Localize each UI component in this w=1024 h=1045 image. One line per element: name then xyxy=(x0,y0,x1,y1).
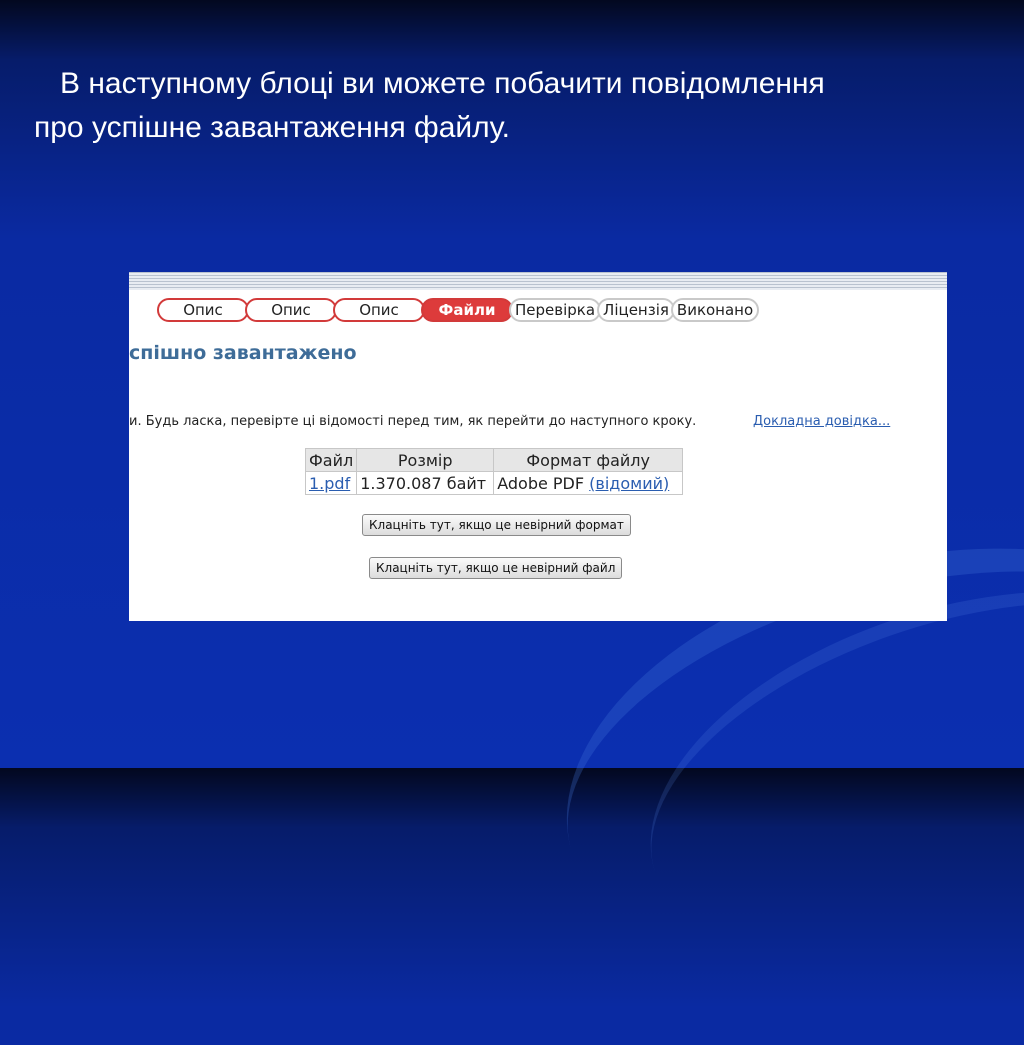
file-table: Файл Розмір Формат файлу 1.pdf 1.370.087… xyxy=(304,448,684,495)
wrong-format-button[interactable]: Клацніть тут, якщо це невірний формат xyxy=(362,514,631,536)
slide-title: В наступному блоці ви можете побачити по… xyxy=(34,62,974,150)
table-row: 1.pdf 1.370.087 байт Adobe PDF (відомий) xyxy=(304,471,684,495)
step-review: Перевірка xyxy=(509,298,602,322)
header-size: Розмір xyxy=(356,448,495,472)
slide-title-line-1: В наступному блоці ви можете побачити по… xyxy=(60,67,825,100)
header-stripe xyxy=(129,272,947,290)
step-files[interactable]: Файли xyxy=(421,298,513,322)
upload-success-heading: спішно завантажено xyxy=(129,342,357,364)
size-cell: 1.370.087 байт xyxy=(356,471,495,495)
format-status-link[interactable]: (відомий) xyxy=(589,474,669,493)
step-description-3[interactable]: Опис xyxy=(333,298,425,322)
upload-screenshot: Опис Опис Опис Файли Перевірка Ліцензія … xyxy=(129,272,947,621)
step-description-2[interactable]: Опис xyxy=(245,298,337,322)
step-done: Виконано xyxy=(670,298,760,322)
header-file: Файл xyxy=(304,448,358,472)
header-format: Формат файлу xyxy=(493,448,684,472)
help-link[interactable]: Докладна довідка... xyxy=(753,414,890,429)
file-cell: 1.pdf xyxy=(304,471,358,495)
step-license: Ліцензія xyxy=(597,298,675,322)
table-header-row: Файл Розмір Формат файлу xyxy=(304,448,684,472)
file-link[interactable]: 1.pdf xyxy=(309,474,350,493)
wrong-file-button[interactable]: Клацніть тут, якщо це невірний файл xyxy=(369,557,623,579)
format-cell: Adobe PDF (відомий) xyxy=(493,471,684,495)
instruction-text: и. Будь ласка, перевірте ці відомості пе… xyxy=(129,414,697,429)
step-description-1[interactable]: Опис xyxy=(157,298,249,322)
slide-title-line-2: про успішне завантаження файлу. xyxy=(34,111,510,144)
format-name: Adobe PDF xyxy=(497,473,585,493)
wizard-steps: Опис Опис Опис Файли Перевірка Ліцензія … xyxy=(157,296,760,324)
